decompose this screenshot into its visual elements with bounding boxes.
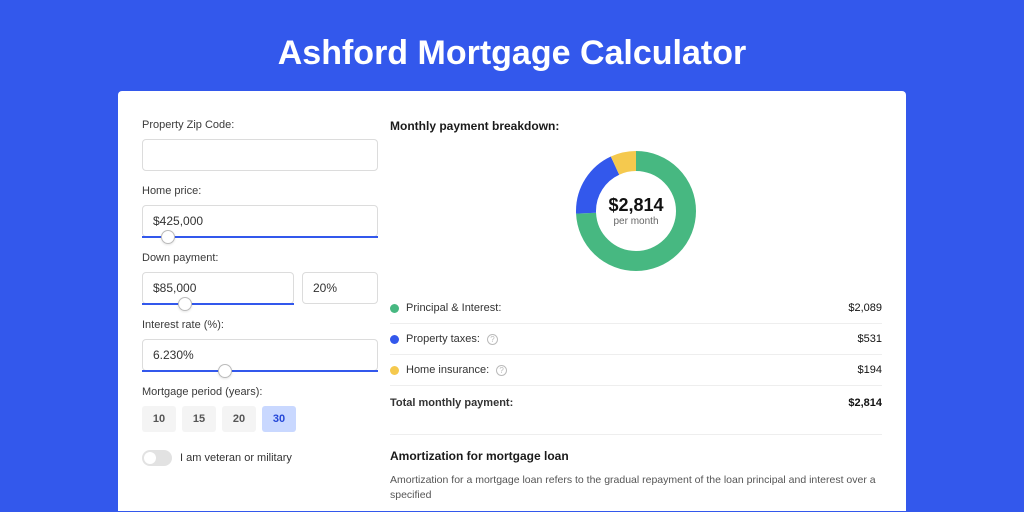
breakdown-panel: Monthly payment breakdown: $2,814 per mo… (378, 119, 906, 511)
legend-value: $531 (858, 333, 882, 345)
zip-group: Property Zip Code: (142, 119, 378, 171)
donut-center: $2,814 per month (572, 147, 700, 275)
legend-row-taxes: Property taxes: ? $531 (390, 324, 882, 355)
period-label: Mortgage period (years): (142, 386, 378, 398)
amortization-section: Amortization for mortgage loan Amortizat… (390, 434, 882, 502)
rate-input[interactable] (142, 339, 378, 371)
period-btn-10[interactable]: 10 (142, 406, 176, 432)
donut-wrap: $2,814 per month (390, 147, 882, 275)
page-title: Ashford Mortgage Calculator (0, 0, 1024, 91)
down-label: Down payment: (142, 252, 378, 264)
legend-label: Property taxes: (406, 333, 480, 345)
rate-slider-thumb[interactable] (218, 364, 232, 378)
dot-icon (390, 366, 399, 375)
down-percent-input[interactable] (302, 272, 378, 304)
price-input[interactable] (142, 205, 378, 237)
breakdown-title: Monthly payment breakdown: (390, 119, 882, 133)
price-slider-thumb[interactable] (161, 230, 175, 244)
period-btn-15[interactable]: 15 (182, 406, 216, 432)
price-group: Home price: (142, 185, 378, 238)
zip-label: Property Zip Code: (142, 119, 378, 131)
form-panel: Property Zip Code: Home price: Down paym… (118, 119, 378, 511)
legend-total-value: $2,814 (848, 397, 882, 409)
calculator-card: Property Zip Code: Home price: Down paym… (118, 91, 906, 511)
legend-label: Home insurance: (406, 364, 489, 376)
period-btn-20[interactable]: 20 (222, 406, 256, 432)
price-label: Home price: (142, 185, 378, 197)
period-buttons: 10 15 20 30 (142, 406, 378, 432)
rate-label: Interest rate (%): (142, 319, 378, 331)
legend-label: Principal & Interest: (406, 302, 501, 314)
veteran-row: I am veteran or military (142, 450, 378, 466)
legend-total-label: Total monthly payment: (390, 397, 513, 409)
rate-slider[interactable] (142, 370, 378, 372)
down-slider[interactable] (142, 303, 294, 305)
dot-icon (390, 304, 399, 313)
down-slider-thumb[interactable] (178, 297, 192, 311)
down-group: Down payment: (142, 252, 378, 305)
info-icon[interactable]: ? (487, 334, 498, 345)
rate-group: Interest rate (%): (142, 319, 378, 372)
donut-sub: per month (613, 216, 658, 227)
legend-value: $2,089 (848, 302, 882, 314)
donut-amount: $2,814 (608, 195, 663, 216)
price-slider[interactable] (142, 236, 378, 238)
legend-row-principal: Principal & Interest: $2,089 (390, 293, 882, 324)
veteran-toggle[interactable] (142, 450, 172, 466)
donut-chart: $2,814 per month (572, 147, 700, 275)
info-icon[interactable]: ? (496, 365, 507, 376)
zip-input[interactable] (142, 139, 378, 171)
period-btn-30[interactable]: 30 (262, 406, 296, 432)
dot-icon (390, 335, 399, 344)
legend-row-total: Total monthly payment: $2,814 (390, 386, 882, 418)
legend-value: $194 (858, 364, 882, 376)
veteran-label: I am veteran or military (180, 452, 292, 464)
amortization-body: Amortization for a mortgage loan refers … (390, 473, 882, 502)
period-group: Mortgage period (years): 10 15 20 30 (142, 386, 378, 432)
down-amount-input[interactable] (142, 272, 294, 304)
legend-row-insurance: Home insurance: ? $194 (390, 355, 882, 386)
amortization-title: Amortization for mortgage loan (390, 449, 882, 463)
